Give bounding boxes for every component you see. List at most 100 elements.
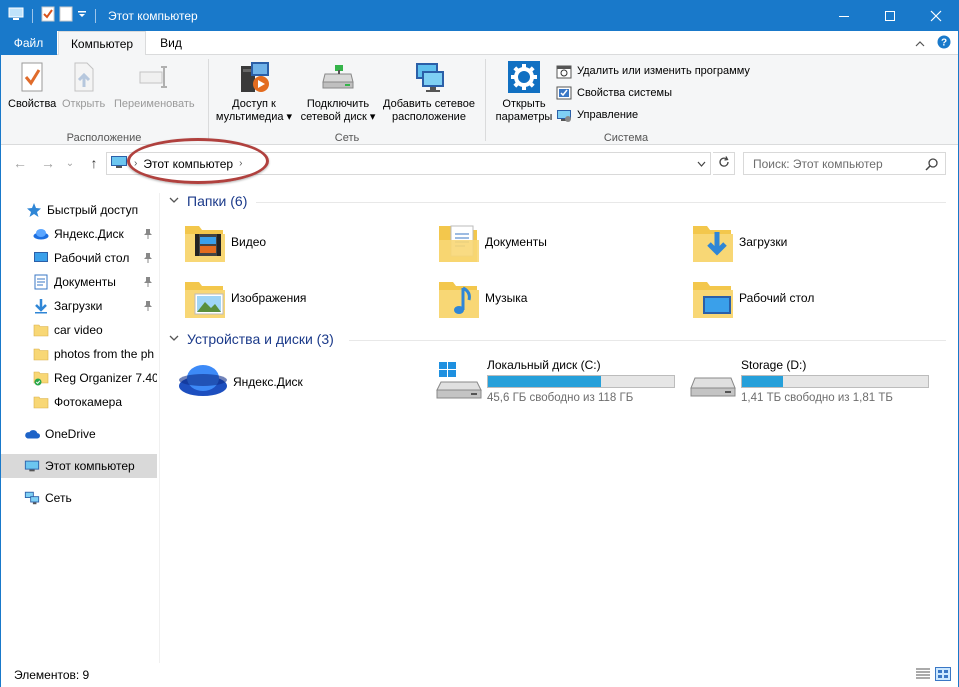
pin-icon[interactable] (143, 228, 153, 243)
system-properties-button[interactable]: Свойства системы (556, 85, 672, 101)
add-network-location-button[interactable]: Добавить сетевое расположение (379, 59, 479, 124)
large-icons-view-icon[interactable] (935, 667, 951, 684)
manage-label: Управление (577, 109, 639, 121)
device-tile-yandex-disk[interactable]: Яндекс.Диск (177, 357, 303, 407)
window-frame (0, 31, 1, 687)
nav-item-quick-access[interactable]: Быстрый доступ (0, 198, 157, 222)
nav-item-label: Яндекс.Диск (54, 227, 124, 241)
folder-tile-video[interactable]: Видео (183, 217, 266, 267)
tab-view[interactable]: Вид (146, 31, 196, 55)
pin-icon[interactable] (143, 300, 153, 315)
map-drive-button[interactable]: Подключить сетевой диск ▾ (297, 59, 379, 124)
ribbon: Свойства Открыть Переименовать Расположе… (0, 55, 959, 145)
uninstall-icon (556, 63, 572, 79)
music-folder-icon (437, 274, 481, 322)
video-folder-icon (183, 218, 227, 266)
nav-item-label: Документы (54, 275, 116, 289)
recent-locations-button[interactable]: ⌄ (60, 153, 80, 173)
status-bar: Элементов: 9 (0, 663, 959, 687)
help-icon[interactable]: ? (937, 35, 951, 52)
address-history-button[interactable] (690, 152, 712, 175)
nav-item-network[interactable]: Сеть (0, 486, 157, 510)
folder-label: Загрузки (739, 235, 788, 249)
map-drive-label-2: сетевой диск ▾ (301, 111, 376, 124)
nav-item-reg-organizer[interactable]: Reg Organizer 7.40 (0, 366, 157, 390)
uninstall-label: Удалить или изменить программу (577, 65, 750, 77)
windows-drive-icon (435, 358, 483, 399)
nav-item-this-pc[interactable]: Этот компьютер (0, 454, 157, 478)
folders-section-label: Папки (6) (187, 193, 248, 209)
network-group-label: Сеть (334, 132, 360, 144)
media-access-button[interactable]: Доступ к мультимедиа ▾ (213, 59, 295, 124)
documents-icon (33, 274, 49, 290)
new-folder-quick-icon[interactable] (59, 6, 73, 25)
drive-usage-bar (741, 375, 929, 388)
folder-label: Изображения (231, 291, 307, 305)
up-button[interactable]: ↑ (84, 153, 104, 173)
close-button[interactable] (913, 0, 959, 31)
yandex-disk-icon (177, 358, 229, 406)
manage-button[interactable]: Управление (556, 107, 638, 123)
drive-tile-d[interactable]: Storage (D:) 1,41 ТБ свободно из 1,81 ТБ (689, 358, 929, 404)
folder-tile-pictures[interactable]: Изображения (183, 273, 306, 323)
folder-tile-downloads[interactable]: Загрузки (691, 217, 787, 267)
nav-item-desktop[interactable]: Рабочий стол (0, 246, 157, 270)
network-group: Доступ к мультимедиа ▾ Подключить сетево… (209, 55, 485, 145)
chevron-down-icon[interactable] (77, 9, 87, 23)
downloads-icon (33, 298, 49, 314)
network-location-icon (411, 59, 447, 95)
tab-computer[interactable]: Компьютер (58, 31, 146, 56)
drive-tile-c[interactable]: Локальный диск (C:) 45,6 ГБ свободно из … (435, 358, 675, 404)
tab-file[interactable]: Файл (0, 31, 57, 55)
folder-tile-desktop[interactable]: Рабочий стол (691, 273, 814, 323)
open-button[interactable]: Открыть (62, 59, 105, 111)
chevron-down-icon (169, 334, 179, 345)
properties-button[interactable]: Свойства (8, 59, 56, 111)
folder-check-icon (33, 370, 49, 386)
ribbon-tabs: Файл Компьютер Вид ? (0, 31, 959, 56)
nav-item-photos[interactable]: photos from the ph (0, 342, 157, 366)
nav-item-yandex-disk[interactable]: Яндекс.Диск (0, 222, 157, 246)
maximize-button[interactable] (867, 0, 913, 31)
rename-button[interactable]: Переименовать (114, 59, 195, 111)
folder-icon (33, 346, 49, 362)
folder-tile-music[interactable]: Музыка (437, 273, 527, 323)
open-settings-button[interactable]: Открыть параметры (490, 59, 558, 124)
nav-item-downloads[interactable]: Загрузки (0, 294, 157, 318)
collapse-ribbon-icon[interactable] (915, 37, 925, 51)
drive-usage-bar (487, 375, 675, 388)
folder-label: Рабочий стол (739, 291, 815, 305)
manage-icon (556, 107, 572, 123)
folder-icon (33, 322, 49, 338)
system-group-label: Система (603, 132, 649, 144)
pin-icon[interactable] (143, 252, 153, 267)
folder-tile-documents[interactable]: Документы (437, 217, 547, 267)
uninstall-program-button[interactable]: Удалить или изменить программу (556, 63, 750, 79)
onedrive-icon (24, 426, 40, 442)
window-title: Этот компьютер (108, 8, 198, 23)
toolbar-separator (32, 8, 33, 23)
navigation-pane: Быстрый доступ Яндекс.Диск Рабочий стол … (0, 193, 160, 663)
drive-info: Storage (D:) 1,41 ТБ свободно из 1,81 ТБ (741, 358, 929, 404)
details-view-icon[interactable] (915, 667, 931, 684)
devices-section-header[interactable]: Устройства и диски (3) (169, 331, 334, 347)
map-drive-label-1: Подключить (306, 98, 370, 110)
refresh-button[interactable] (713, 152, 735, 175)
properties-quick-icon[interactable] (41, 6, 55, 25)
add-location-label-1: Добавить сетевое (383, 98, 475, 110)
folders-section-header[interactable]: Папки (6) (169, 193, 247, 209)
forward-button[interactable]: → (38, 153, 58, 173)
minimize-button[interactable] (821, 0, 867, 31)
nav-item-onedrive[interactable]: OneDrive (0, 422, 157, 446)
yandex-disk-icon (33, 226, 49, 242)
nav-item-camera[interactable]: Фотокамера (0, 390, 157, 414)
search-input[interactable]: Поиск: Этот компьютер (743, 152, 946, 175)
back-button[interactable]: ← (10, 153, 30, 173)
this-pc-icon (8, 7, 24, 24)
search-placeholder: Поиск: Этот компьютер (753, 156, 883, 171)
pin-icon[interactable] (143, 276, 153, 291)
nav-item-label: Фотокамера (54, 395, 123, 409)
nav-item-documents[interactable]: Документы (0, 270, 157, 294)
nav-item-car-video[interactable]: car video (0, 318, 157, 342)
nav-item-label: Reg Organizer 7.40 (54, 371, 157, 385)
